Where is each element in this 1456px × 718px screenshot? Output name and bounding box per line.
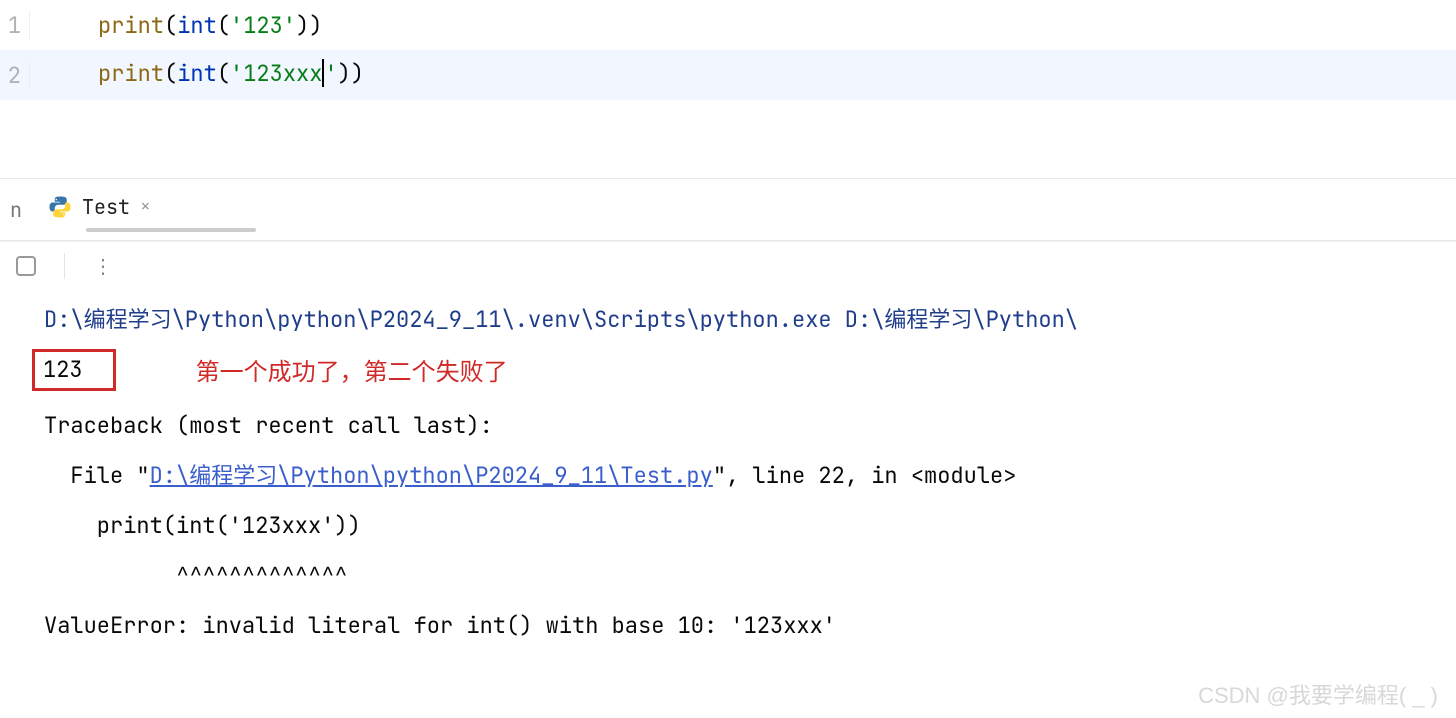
paren: ): [296, 11, 309, 40]
code-line-1[interactable]: 1 print(int('123')): [0, 0, 1456, 50]
code-content[interactable]: print(int('123')): [30, 11, 322, 40]
separator: [64, 253, 65, 279]
traceback-header: Traceback (most recent call last):: [0, 401, 1456, 451]
python-icon: [48, 195, 72, 219]
code-line-blank[interactable]: [0, 100, 1456, 150]
int-call: int: [177, 11, 217, 40]
print-call: print: [98, 59, 164, 88]
string-literal: '123': [230, 11, 296, 40]
paren: (: [217, 59, 230, 88]
file-postfix: ", line 22, in <module>: [713, 461, 1017, 490]
command-line: D:\编程学习\Python\python\P2024_9_11\.venv\S…: [0, 295, 1456, 345]
run-tab-bar: n Test ×: [0, 179, 1456, 241]
result-row: 123 第一个成功了，第二个失败了: [0, 345, 1456, 401]
stop-button[interactable]: [16, 256, 36, 276]
int-call: int: [177, 59, 217, 88]
error-line: ValueError: invalid literal for int() wi…: [0, 601, 1456, 651]
line-number: 1: [0, 11, 30, 40]
paren: (: [164, 11, 177, 40]
annotation-text: 第一个成功了，第二个失败了: [196, 348, 508, 398]
tab-name: Test: [82, 194, 130, 220]
highlighted-output: 123: [32, 349, 116, 391]
string-literal: ': [324, 59, 337, 88]
watermark: CSDN @我要学编程( _ ): [1198, 678, 1438, 710]
traceback-file: File "D:\编程学习\Python\python\P2024_9_11\T…: [0, 451, 1456, 501]
line-number: 2: [0, 61, 30, 90]
tab-test[interactable]: Test ×: [40, 188, 256, 226]
paren: (: [164, 59, 177, 88]
print-call: print: [98, 11, 164, 40]
traceback-source: print(int('123xxx')): [0, 501, 1456, 551]
tab-underline: [86, 228, 256, 232]
code-line-2[interactable]: 2 print(int('123xxx')): [0, 50, 1456, 100]
file-link[interactable]: D:\编程学习\Python\python\P2024_9_11\Test.py: [150, 461, 713, 490]
more-icon[interactable]: ⋮: [93, 253, 113, 279]
string-literal: '123xxx: [230, 59, 322, 88]
traceback-carets: ^^^^^^^^^^^^^: [0, 551, 1456, 601]
paren: (: [217, 11, 230, 40]
paren: ): [351, 59, 364, 88]
paren: ): [309, 11, 322, 40]
close-icon[interactable]: ×: [140, 195, 151, 218]
console-output[interactable]: D:\编程学习\Python\python\P2024_9_11\.venv\S…: [0, 289, 1456, 651]
run-label: n: [10, 197, 32, 223]
console-toolbar: ⋮: [0, 241, 1456, 289]
paren: ): [338, 59, 351, 88]
file-prefix: File ": [44, 461, 150, 490]
code-editor[interactable]: 1 print(int('123')) 2 print(int('123xxx'…: [0, 0, 1456, 178]
code-content[interactable]: print(int('123xxx')): [30, 59, 364, 91]
